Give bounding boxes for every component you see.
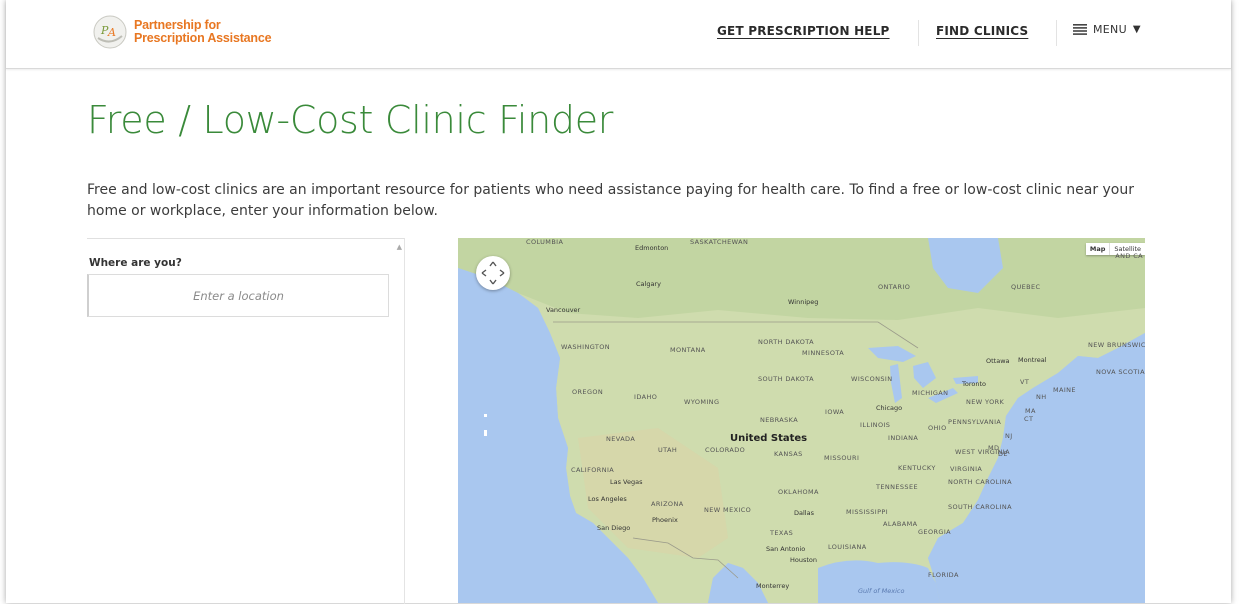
clinic-map[interactable]: COLUMBIA SASKATCHEWAN ONTARIO QUEBEC WAS… (458, 238, 1145, 603)
map-region-label: NEW BRUNSWICK (1088, 341, 1145, 349)
map-city-label: Montreal (1018, 356, 1047, 364)
map-region-label: IOWA (825, 408, 845, 416)
map-region-label: NH (1036, 393, 1047, 401)
map-region-label: MINNESOTA (802, 349, 845, 357)
logo[interactable]: P A Partnership for Prescription Assista… (92, 12, 272, 52)
map-city-label: Chicago (876, 404, 903, 412)
map-region-label: WASHINGTON (561, 343, 611, 351)
ppa-logo-icon: P A (93, 15, 127, 49)
map-city-label: Calgary (636, 280, 661, 288)
menu-label: MENU (1093, 23, 1127, 36)
page-title: Free / Low-Cost Clinic Finder (87, 98, 614, 142)
map-city-label: Vancouver (546, 306, 581, 314)
map-region-label: NEVADA (606, 435, 636, 443)
scroll-up-icon[interactable]: ▲ (397, 243, 402, 251)
map-region-label: OKLAHOMA (778, 488, 819, 496)
map-region-label: IDAHO (634, 393, 658, 401)
map-city-label: Los Angeles (588, 495, 627, 503)
map-region-label: KANSAS (774, 450, 803, 458)
map-region-label: NORTH DAKOTA (758, 338, 815, 346)
map-region-label: NJ (1005, 432, 1013, 440)
map-region-label: ILLINOIS (860, 421, 891, 429)
map-city-label: Edmonton (635, 244, 669, 252)
map-region-label: MISSOURI (824, 454, 860, 462)
map-region-label: CALIFORNIA (571, 466, 615, 474)
zoom-dot (484, 430, 487, 436)
nav-divider (1056, 20, 1057, 46)
map-region-label: COLORADO (705, 446, 746, 454)
gulf-of-mexico (818, 560, 940, 603)
map-country-label: United States (730, 433, 808, 444)
map-city-label: Dallas (794, 509, 814, 517)
map-region-label: MA (1025, 407, 1036, 415)
map-water-label: Gulf of Mexico (858, 587, 905, 595)
hamburger-icon (1073, 24, 1087, 35)
map-region-label: MAINE (1053, 386, 1076, 394)
map-region-label: OHIO (928, 424, 947, 432)
map-region-label: CT (1024, 415, 1034, 423)
pan-arrows-icon (481, 261, 505, 285)
map-region-label: QUEBEC (1011, 283, 1041, 291)
map-region-label: FLORIDA (928, 571, 959, 579)
map-region-label: COLUMBIA (526, 238, 564, 246)
map-region-label: ARIZONA (651, 500, 684, 508)
map-region-label: UTAH (658, 446, 678, 454)
map-region-label: NEW MEXICO (704, 506, 752, 514)
map-region-label: SOUTH DAKOTA (758, 375, 814, 383)
map-city-label: Toronto (962, 380, 986, 388)
map-region-label: NORTH CAROLINA (948, 478, 1013, 486)
map-city-label: Las Vegas (610, 478, 643, 486)
map-region-label: NEW YORK (966, 398, 1005, 406)
map-region-label: VT (1020, 378, 1030, 386)
map-region-label: NOVA SCOTIA (1096, 368, 1145, 376)
map-region-label: MISSISSIPPI (846, 508, 889, 516)
map-region-label: KENTUCKY (898, 464, 936, 472)
zoom-dot (484, 414, 487, 417)
map-city-label: Houston (790, 556, 818, 564)
map-city-label: Winnipeg (788, 298, 819, 306)
map-region-label: TEXAS (770, 529, 794, 537)
where-label: Where are you? (89, 257, 182, 269)
map-city-label: Phoenix (652, 516, 678, 524)
nav-divider (918, 20, 919, 46)
logo-text: Partnership for Prescription Assistance (134, 19, 272, 45)
map-region-label: MONTANA (670, 346, 706, 354)
map-region-label: TENNESSEE (876, 483, 918, 491)
map-region-label: INDIANA (888, 434, 919, 442)
map-region-label: GEORGIA (918, 528, 951, 536)
map-region-label: MICHIGAN (912, 389, 949, 397)
caret-down-icon: ▼ (1132, 24, 1141, 35)
map-city-label: Monterrey (756, 582, 790, 590)
map-pan-control[interactable] (476, 256, 510, 290)
map-region-label: VIRGINIA (950, 465, 983, 473)
map-region-label: SASKATCHEWAN (690, 238, 749, 246)
map-city-label: Ottawa (986, 357, 1010, 365)
map-region-label: LOUISIANA (828, 543, 867, 551)
map-type-map-button[interactable]: Map (1086, 243, 1111, 255)
map-region-label: DE (998, 450, 1008, 458)
site-header: P A Partnership for Prescription Assista… (6, 0, 1231, 69)
logo-text-line2: Prescription Assistance (134, 31, 272, 45)
get-prescription-help-link[interactable]: GET PRESCRIPTION HELP (717, 24, 890, 38)
map-region-label: ALABAMA (883, 520, 918, 528)
map-corner-label: AND CA (1115, 252, 1143, 260)
map-region-label: ONTARIO (878, 283, 911, 291)
map-region-label: SOUTH CAROLINA (948, 503, 1012, 511)
map-region-label: WYOMING (684, 398, 720, 406)
map-region-label: PENNSYLVANIA (948, 418, 1002, 426)
location-input[interactable] (87, 274, 389, 317)
map-region-label: WISCONSIN (851, 375, 893, 383)
find-clinics-link[interactable]: FIND CLINICS (936, 24, 1028, 38)
menu-button[interactable]: MENU ▼ (1073, 23, 1141, 36)
map-region-label: OREGON (572, 388, 604, 396)
map-city-label: San Antonio (766, 545, 806, 553)
map-city-label: San Diego (597, 524, 631, 532)
intro-text: Free and low-cost clinics are an importa… (87, 182, 1135, 219)
map-region-label: NEBRASKA (760, 416, 799, 424)
svg-text:A: A (107, 26, 116, 39)
search-panel: ▲ Where are you? (87, 238, 405, 604)
